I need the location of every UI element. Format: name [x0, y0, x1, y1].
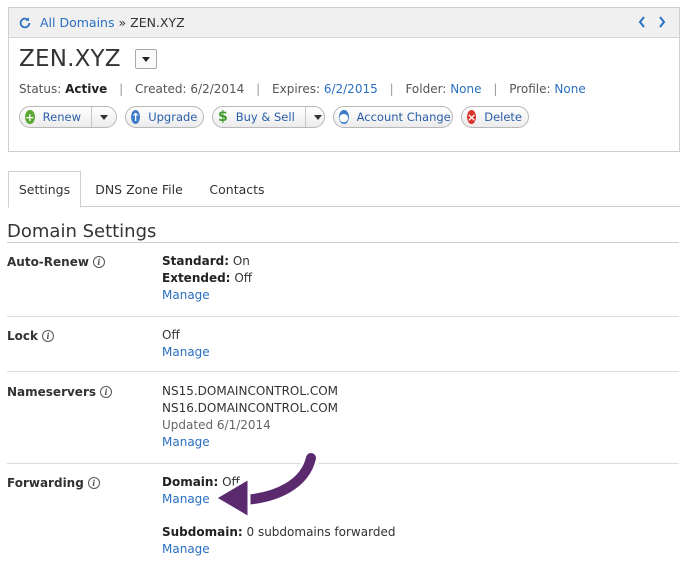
nameserver-2: NS16.DOMAINCONTROL.COM: [162, 401, 339, 415]
dollar-icon: $: [218, 109, 228, 125]
expires-value-link[interactable]: 6/2/2015: [324, 82, 378, 96]
forwarding-label: Forwarding i: [7, 476, 100, 490]
extended-value: Off: [234, 271, 253, 285]
breadcrumb-bar: All Domains » ZEN.XYZ: [9, 8, 679, 38]
delete-label: Delete: [484, 110, 523, 124]
divider: |: [256, 82, 261, 96]
nameservers-updated: Updated 6/1/2014: [162, 418, 271, 432]
breadcrumb: All Domains » ZEN.XYZ: [40, 15, 185, 30]
profile-label: Profile:: [509, 82, 551, 96]
forwarding-manage-link[interactable]: Manage: [162, 492, 210, 506]
status-value: Active: [65, 82, 108, 96]
divider: [7, 463, 679, 464]
auto-renew-standard: Standard: On: [162, 253, 252, 270]
chevron-right-icon[interactable]: [657, 14, 667, 30]
section-title: Domain Settings: [7, 221, 157, 242]
buy-sell-dropdown[interactable]: [304, 107, 322, 127]
upgrade-label: Upgrade: [148, 110, 198, 124]
auto-renew-values: Standard: On Extended: Off Manage: [162, 253, 252, 304]
nameservers-values: NS15.DOMAINCONTROL.COM NS16.DOMAINCONTRO…: [162, 383, 338, 451]
renew-dropdown[interactable]: [91, 107, 108, 127]
buy-sell-button[interactable]: $ Buy & Sell: [212, 106, 325, 128]
lock-value: Off: [162, 328, 180, 342]
forwarding-label-text: Forwarding: [7, 476, 84, 490]
divider: |: [493, 82, 498, 96]
lock-values: Off Manage: [162, 327, 210, 361]
pager-arrows: [637, 14, 667, 30]
standard-value: On: [232, 254, 250, 268]
domain-dropdown-button[interactable]: [134, 49, 157, 69]
account-change-button[interactable]: ● Account Change: [333, 106, 453, 128]
delete-x-icon: ×: [467, 110, 477, 124]
domain-status-row: Status: Active | Created: 6/2/2014 | Exp…: [19, 82, 586, 96]
tab-contacts[interactable]: Contacts: [200, 171, 274, 207]
nameserver-1: NS15.DOMAINCONTROL.COM: [162, 384, 339, 398]
tab-dns-zone-file[interactable]: DNS Zone File: [88, 171, 190, 207]
upgrade-button[interactable]: ↑ Upgrade: [125, 106, 204, 128]
domain-title-row: ZEN.XYZ: [19, 46, 157, 72]
chevron-down-icon: [141, 56, 150, 62]
folder-label: Folder:: [405, 82, 447, 96]
annotation-arrow-icon: [213, 450, 319, 520]
page-title: ZEN.XYZ: [19, 46, 121, 72]
upgrade-arrow-icon: ↑: [131, 110, 141, 124]
chevron-down-icon: [100, 114, 108, 120]
divider: |: [119, 82, 124, 96]
tab-settings[interactable]: Settings: [8, 171, 81, 208]
folder-value-link[interactable]: None: [450, 82, 481, 96]
lock-manage-link[interactable]: Manage: [162, 345, 210, 359]
renew-button[interactable]: + Renew: [19, 106, 117, 128]
standard-label: Standard:: [162, 254, 230, 268]
info-icon[interactable]: i: [92, 256, 105, 268]
nameservers-label: Nameservers i: [7, 385, 113, 399]
auto-renew-label: Auto-Renew i: [7, 255, 105, 269]
breadcrumb-current: ZEN.XYZ: [130, 15, 185, 30]
breadcrumb-all-domains[interactable]: All Domains: [40, 15, 115, 30]
divider: |: [389, 82, 394, 96]
auto-renew-manage-link[interactable]: Manage: [162, 288, 210, 302]
refresh-icon[interactable]: [18, 16, 32, 30]
user-icon: ●: [339, 110, 349, 124]
renew-label: Renew: [42, 110, 81, 124]
info-icon[interactable]: i: [41, 330, 54, 342]
settings-tabs: Settings DNS Zone File Contacts: [8, 171, 680, 208]
lock-label-text: Lock: [7, 329, 38, 343]
info-icon[interactable]: i: [100, 386, 113, 398]
breadcrumb-separator: »: [118, 15, 127, 30]
info-icon[interactable]: i: [87, 477, 100, 489]
buy-sell-label: Buy & Sell: [235, 110, 295, 124]
delete-button[interactable]: × Delete: [461, 106, 529, 128]
profile-value-link[interactable]: None: [554, 82, 585, 96]
auto-renew-label-text: Auto-Renew: [7, 255, 89, 269]
subdomain-manage-link[interactable]: Manage: [162, 542, 210, 556]
domain-header-panel: All Domains » ZEN.XYZ: [8, 7, 680, 152]
extended-label: Extended:: [162, 271, 231, 285]
lock-label: Lock i: [7, 329, 54, 343]
divider: [7, 371, 679, 372]
auto-renew-extended: Extended: Off: [162, 270, 252, 287]
status-label: Status:: [19, 82, 62, 96]
nameservers-label-text: Nameservers: [7, 385, 97, 399]
chevron-left-icon[interactable]: [637, 14, 647, 30]
account-change-label: Account Change: [356, 110, 451, 124]
expires-label: Expires:: [272, 82, 320, 96]
action-buttons: + Renew ↑ Upgrade $ Buy & Sell ● Account…: [19, 106, 537, 128]
chevron-down-icon: [313, 114, 322, 120]
created-label: Created:: [135, 82, 187, 96]
plus-icon: +: [25, 110, 35, 124]
divider: [7, 242, 679, 243]
nameservers-manage-link[interactable]: Manage: [162, 435, 210, 449]
created-value: 6/2/2014: [190, 82, 245, 96]
divider: [7, 316, 679, 317]
